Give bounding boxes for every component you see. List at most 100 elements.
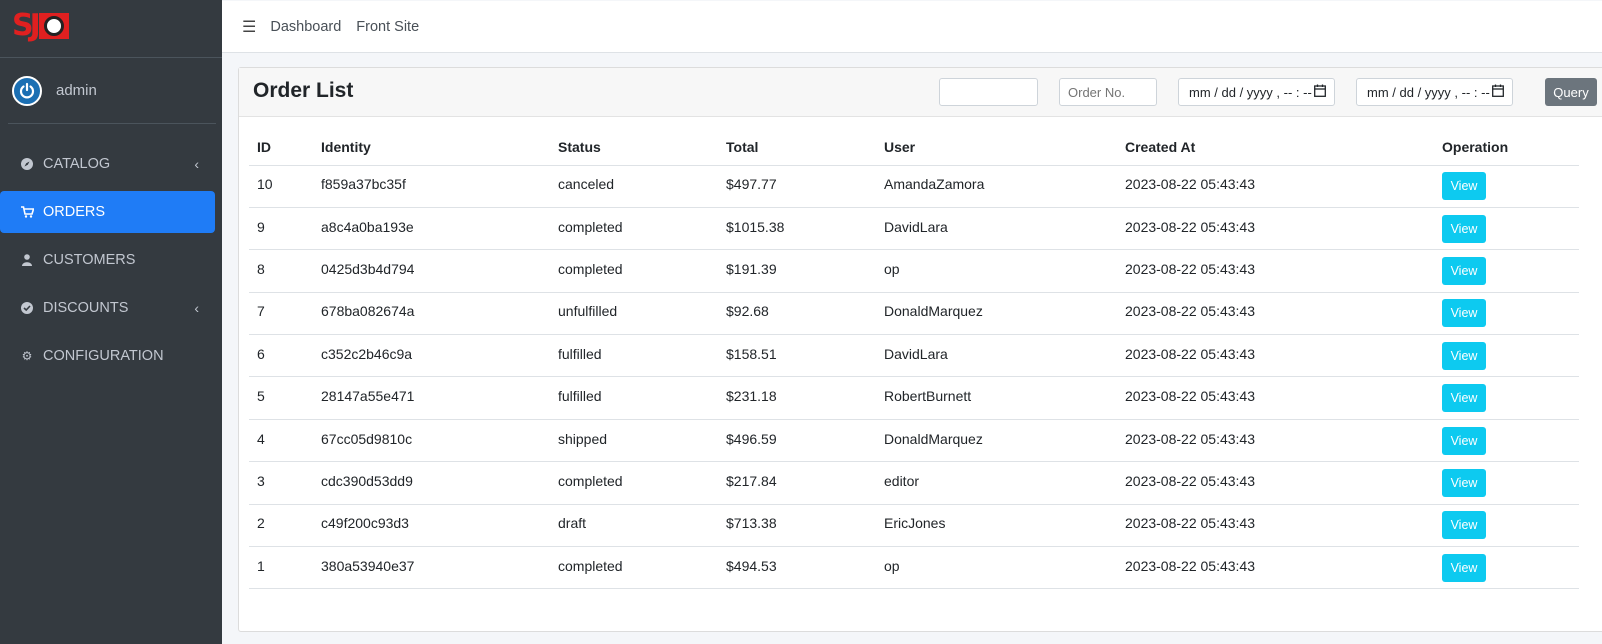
cell-total: $713.38 (718, 504, 876, 548)
cell-id: 3 (249, 461, 313, 505)
cell-user: op (876, 546, 1117, 590)
identity-filter-input[interactable] (939, 78, 1038, 106)
cell-identity: c49f200c93d3 (313, 504, 550, 548)
view-button[interactable]: View (1442, 553, 1486, 582)
view-button[interactable]: View (1442, 214, 1486, 243)
table-header-row: ID Identity Status Total User Created At Opera… (249, 134, 1579, 166)
cell-id: 2 (249, 504, 313, 548)
table-row: 9 a8c4a0ba193e completed $1015.38 DavidLara 2… (249, 207, 1579, 251)
table-row: 7 678ba082674a unfulfilled $92.68 DonaldMarq… (249, 292, 1579, 336)
table-row: 6 c352c2b46c9a fulfilled $158.51 DavidLara 20… (249, 334, 1579, 378)
cell-operation: View (1434, 419, 1579, 463)
cell-total: $496.59 (718, 419, 876, 463)
view-button[interactable]: View (1442, 341, 1486, 370)
hamburger-menu-icon[interactable]: ☰ (242, 17, 256, 37)
cell-created-at: 2023-08-22 05:43:43 (1117, 419, 1434, 463)
sidebar-nav: CATALOG ‹ ORDERS CUSTOMERS DISCOUNTS ‹ ⚙… (0, 124, 222, 377)
sidebar: SJ admin CATALOG ‹ ORDERS CUSTOMERS DISC… (0, 0, 222, 644)
view-button[interactable]: View (1442, 256, 1486, 285)
chevron-left-icon: ‹ (194, 300, 199, 316)
view-button[interactable]: View (1442, 384, 1486, 413)
store-logo[interactable]: SJ (12, 10, 78, 42)
cell-identity: cdc390d53dd9 (313, 461, 550, 505)
brand: SJ (0, 0, 222, 58)
date-to-input[interactable]: mm / dd / yyyy , -- : -- (1356, 78, 1513, 106)
cell-id: 6 (249, 334, 313, 378)
nav-link-dashboard[interactable]: Dashboard (270, 19, 341, 35)
cell-created-at: 2023-08-22 05:43:43 (1117, 546, 1434, 590)
cell-identity: f859a37bc35f (313, 165, 550, 208)
cell-identity: a8c4a0ba193e (313, 207, 550, 251)
avatar[interactable] (12, 75, 42, 106)
cell-total: $158.51 (718, 334, 876, 378)
user-icon (20, 254, 34, 266)
sidebar-item-label: CATALOG (43, 156, 111, 172)
cell-user: DavidLara (876, 334, 1117, 378)
date-to-value: mm / dd / yyyy , -- : -- (1367, 84, 1490, 100)
cell-identity: 0425d3b4d794 (313, 249, 550, 293)
cell-operation: View (1434, 292, 1579, 336)
compass-icon (20, 158, 34, 170)
view-button[interactable]: View (1442, 511, 1486, 540)
cell-created-at: 2023-08-22 05:43:43 (1117, 292, 1434, 336)
cell-operation: View (1434, 461, 1579, 505)
cell-created-at: 2023-08-22 05:43:43 (1117, 461, 1434, 505)
cell-id: 9 (249, 207, 313, 251)
query-button[interactable]: Query (1545, 78, 1597, 106)
table-row: 8 0425d3b4d794 completed $191.39 op 2023-08-2… (249, 249, 1579, 293)
sidebar-item-configuration[interactable]: ⚙ CONFIGURATION (0, 335, 215, 377)
user-name[interactable]: admin (56, 82, 97, 99)
cell-total: $497.77 (718, 165, 876, 208)
order-no-input[interactable] (1059, 78, 1157, 106)
cell-identity: c352c2b46c9a (313, 334, 550, 378)
cell-user: editor (876, 461, 1117, 505)
cell-id: 7 (249, 292, 313, 336)
cell-operation: View (1434, 207, 1579, 251)
cell-user: RobertBurnett (876, 376, 1117, 420)
cell-identity: 380a53940e37 (313, 546, 550, 590)
cell-operation: View (1434, 165, 1579, 208)
cell-created-at: 2023-08-22 05:43:43 (1117, 207, 1434, 251)
check-circle-icon (20, 302, 34, 314)
cell-operation: View (1434, 546, 1579, 590)
sidebar-item-label: CONFIGURATION (43, 348, 164, 364)
date-from-input[interactable]: mm / dd / yyyy , -- : -- (1178, 78, 1335, 106)
view-button[interactable]: View (1442, 299, 1486, 328)
cell-created-at: 2023-08-22 05:43:43 (1117, 376, 1434, 420)
sidebar-item-label: DISCOUNTS (43, 300, 129, 316)
sidebar-item-catalog[interactable]: CATALOG ‹ (0, 143, 215, 185)
cell-operation: View (1434, 376, 1579, 420)
table-row: 3 cdc390d53dd9 completed $217.84 editor 2023-… (249, 461, 1579, 505)
cell-id: 4 (249, 419, 313, 463)
sidebar-item-customers[interactable]: CUSTOMERS (0, 239, 215, 281)
cell-status: unfulfilled (550, 292, 718, 336)
cell-status: fulfilled (550, 376, 718, 420)
table-row: 4 67cc05d9810c shipped $496.59 DonaldMarquez… (249, 419, 1579, 463)
cell-id: 8 (249, 249, 313, 293)
sidebar-item-discounts[interactable]: DISCOUNTS ‹ (0, 287, 215, 329)
nav-link-front-site[interactable]: Front Site (356, 19, 419, 35)
cell-total: $92.68 (718, 292, 876, 336)
view-button[interactable]: View (1442, 426, 1486, 455)
cell-user: EricJones (876, 504, 1117, 548)
calendar-icon[interactable] (1314, 84, 1326, 100)
column-header-created-at: Created At (1117, 134, 1434, 166)
cell-operation: View (1434, 504, 1579, 548)
cell-status: fulfilled (550, 334, 718, 378)
calendar-icon[interactable] (1492, 84, 1504, 100)
cell-id: 1 (249, 546, 313, 590)
cell-status: completed (550, 461, 718, 505)
cell-user: op (876, 249, 1117, 293)
column-header-operation: Operation (1434, 134, 1579, 166)
cell-id: 5 (249, 376, 313, 420)
cell-user: AmandaZamora (876, 165, 1117, 208)
cell-user: DonaldMarquez (876, 419, 1117, 463)
view-button[interactable]: View (1442, 468, 1486, 497)
view-button[interactable]: View (1442, 172, 1486, 201)
cart-icon (20, 206, 34, 218)
sidebar-item-orders[interactable]: ORDERS (0, 191, 215, 233)
orders-table-body: 10 f859a37bc35f canceled $497.77 AmandaZamor… (249, 165, 1579, 590)
cell-identity: 28147a55e471 (313, 376, 550, 420)
order-list-card: Order List mm / dd / yyyy , -- : -- mm /… (238, 67, 1602, 632)
column-header-id: ID (249, 134, 313, 166)
